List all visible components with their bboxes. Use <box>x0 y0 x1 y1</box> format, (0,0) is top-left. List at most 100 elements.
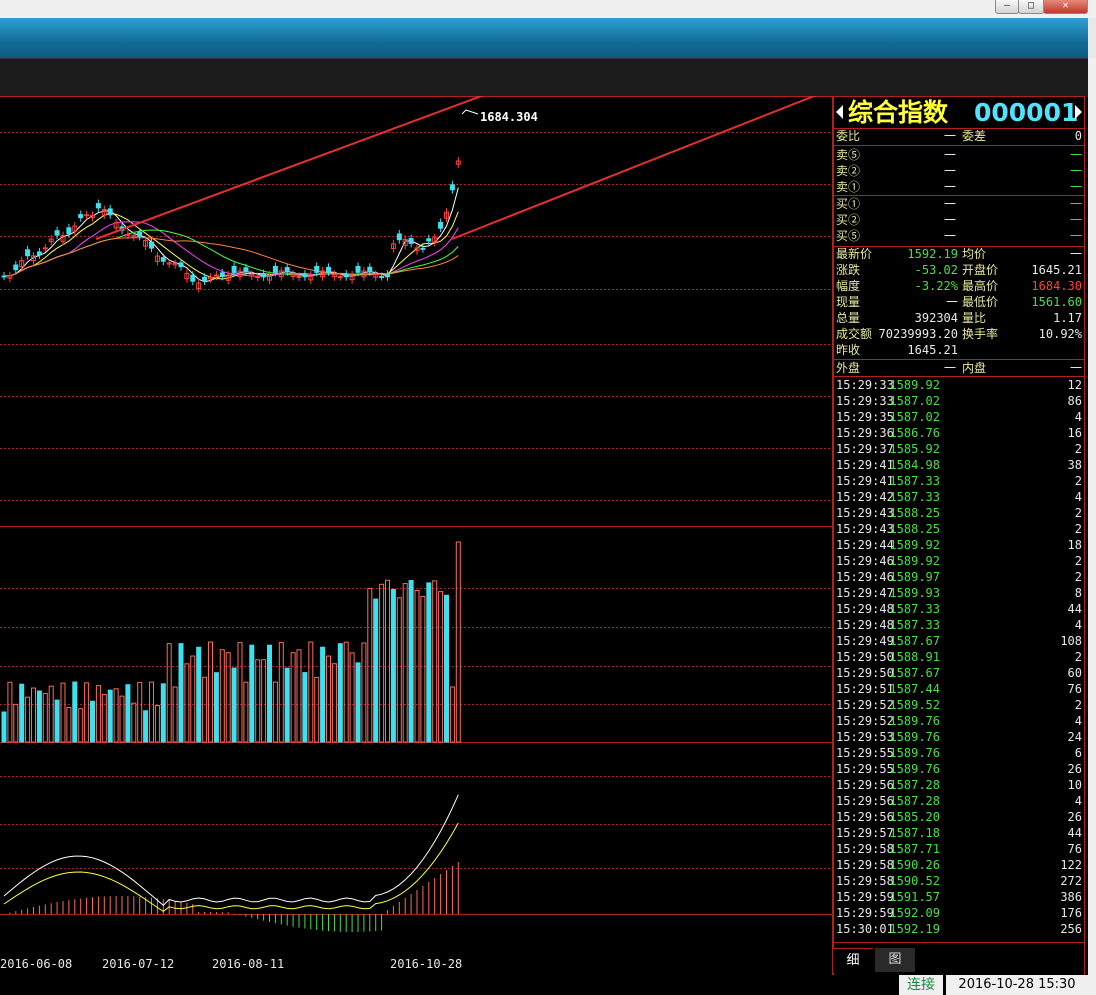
weibi-label: 委比 <box>836 129 861 143</box>
bid-label: 买① <box>836 197 861 211</box>
tick-time: 15:29:56 <box>836 794 894 808</box>
stat-label: 换手率 <box>962 327 999 341</box>
volume-bar <box>373 598 379 743</box>
volume-bar <box>243 681 249 743</box>
tick-volume: 108 <box>1060 634 1082 648</box>
tick-price: 1587.28 <box>889 778 940 792</box>
stat-label: 最新价 <box>836 247 873 261</box>
close-button[interactable]: ✕ <box>1043 0 1088 14</box>
tick-time: 15:29:58 <box>836 842 894 856</box>
tick-time: 15:29:35 <box>836 410 894 424</box>
volume-bar <box>202 676 208 743</box>
volume-bar <box>149 681 154 743</box>
date-label: 2016-08-11 <box>212 957 284 971</box>
connection-status[interactable]: 连接 <box>899 975 943 995</box>
tick-price: 1590.52 <box>889 874 940 888</box>
volume-bar <box>42 692 48 743</box>
tab-chart[interactable]: 图 <box>875 948 915 972</box>
tab-detail[interactable]: 细 <box>833 948 873 973</box>
ask-label: 卖① <box>836 180 861 194</box>
tick-time: 15:29:37 <box>836 442 894 456</box>
candle-body <box>190 274 196 282</box>
stat-value: 10.92% <box>1038 327 1082 341</box>
candle-body <box>107 208 113 216</box>
candle-body <box>385 273 390 278</box>
volume-bar <box>396 597 402 743</box>
volume-bar <box>78 708 84 743</box>
volume-bar <box>390 588 396 743</box>
moving-average-lines <box>3 187 459 283</box>
tick-row: 15:29:47 1589.93 8 <box>834 585 1084 601</box>
tick-row: 15:29:56 1585.20 26 <box>834 809 1084 825</box>
volume-bars <box>1 541 461 743</box>
kline-chart[interactable]: 1684.304 2016-06-08 2016-07-12 2016-08-1… <box>0 96 833 975</box>
candle-body <box>449 184 455 191</box>
tick-row: 15:29:42 1587.33 4 <box>834 489 1084 505</box>
tick-price: 1592.19 <box>889 922 940 936</box>
tick-time: 15:29:46 <box>836 554 894 568</box>
tick-time: 15:29:48 <box>836 618 894 632</box>
stat-label: 总量 <box>836 311 861 325</box>
tick-price: 1585.20 <box>889 810 940 824</box>
tick-time: 15:29:41 <box>836 474 894 488</box>
stat-label: 幅度 <box>836 279 861 293</box>
tick-time: 15:29:42 <box>836 490 894 504</box>
minimize-button[interactable]: — <box>995 0 1019 14</box>
tick-time: 15:29:56 <box>836 778 894 792</box>
bid-price: 一 <box>944 197 957 211</box>
maximize-button[interactable]: □ <box>1018 0 1044 14</box>
tick-volume: 2 <box>1074 698 1082 712</box>
bid-volume: 一 <box>1069 213 1082 227</box>
tick-volume: 2 <box>1074 474 1082 488</box>
prev-arrow-icon[interactable] <box>836 105 843 119</box>
tick-row: 15:29:58 1590.26 122 <box>834 857 1084 873</box>
ask-volume: 一 <box>1069 148 1082 162</box>
date-label: 2016-06-08 <box>0 957 72 971</box>
window-edge <box>1088 18 1096 58</box>
stat-label: 最高价 <box>962 279 999 293</box>
volume-bar <box>408 580 414 743</box>
tick-price: 1589.52 <box>889 698 940 712</box>
tick-row: 15:29:41 1587.33 2 <box>834 473 1084 489</box>
tick-time: 15:29:33 <box>836 378 894 392</box>
candle-body <box>396 233 402 241</box>
tick-price: 1589.92 <box>889 538 940 552</box>
tick-row: 15:29:55 1589.76 26 <box>834 761 1084 777</box>
outer-label: 外盘 <box>836 361 861 375</box>
volume-bar <box>343 641 349 743</box>
volume-bar <box>172 686 178 743</box>
volume-bar <box>90 700 95 743</box>
candle-body <box>408 238 414 244</box>
next-arrow-icon[interactable] <box>1075 105 1082 119</box>
tick-price: 1589.76 <box>889 762 940 776</box>
tick-time: 15:29:33 <box>836 394 894 408</box>
trend-arrows <box>95 96 817 240</box>
candle-body <box>367 266 373 273</box>
candle-body <box>314 265 320 273</box>
volume-bar <box>219 649 225 743</box>
volume-bar <box>308 641 314 743</box>
candle-body <box>137 231 143 237</box>
volume-bar <box>267 644 272 743</box>
bid-label: 买⑤ <box>836 229 861 243</box>
tick-time: 15:29:36 <box>836 426 894 440</box>
tick-volume: 16 <box>1067 426 1082 440</box>
tick-time: 15:29:52 <box>836 714 894 728</box>
volume-bar <box>213 672 219 743</box>
tick-row: 15:29:43 1588.25 2 <box>834 505 1084 521</box>
volume-bar <box>1 711 7 743</box>
tick-volume: 4 <box>1074 410 1082 424</box>
candle-body <box>125 233 131 236</box>
stat-value: 一 <box>945 295 958 309</box>
stat-value: 1561.60 <box>1031 295 1082 309</box>
tick-price: 1589.76 <box>889 730 940 744</box>
tick-volume: 122 <box>1060 858 1082 872</box>
tick-row: 15:29:56 1587.28 4 <box>834 793 1084 809</box>
stat-label: 开盘价 <box>962 263 999 277</box>
candle-body <box>1 275 7 278</box>
candle-body <box>95 203 101 209</box>
tick-volume: 60 <box>1067 666 1082 680</box>
volume-bar <box>208 641 213 743</box>
volume-bar <box>131 702 137 743</box>
volume-bar <box>432 580 438 743</box>
